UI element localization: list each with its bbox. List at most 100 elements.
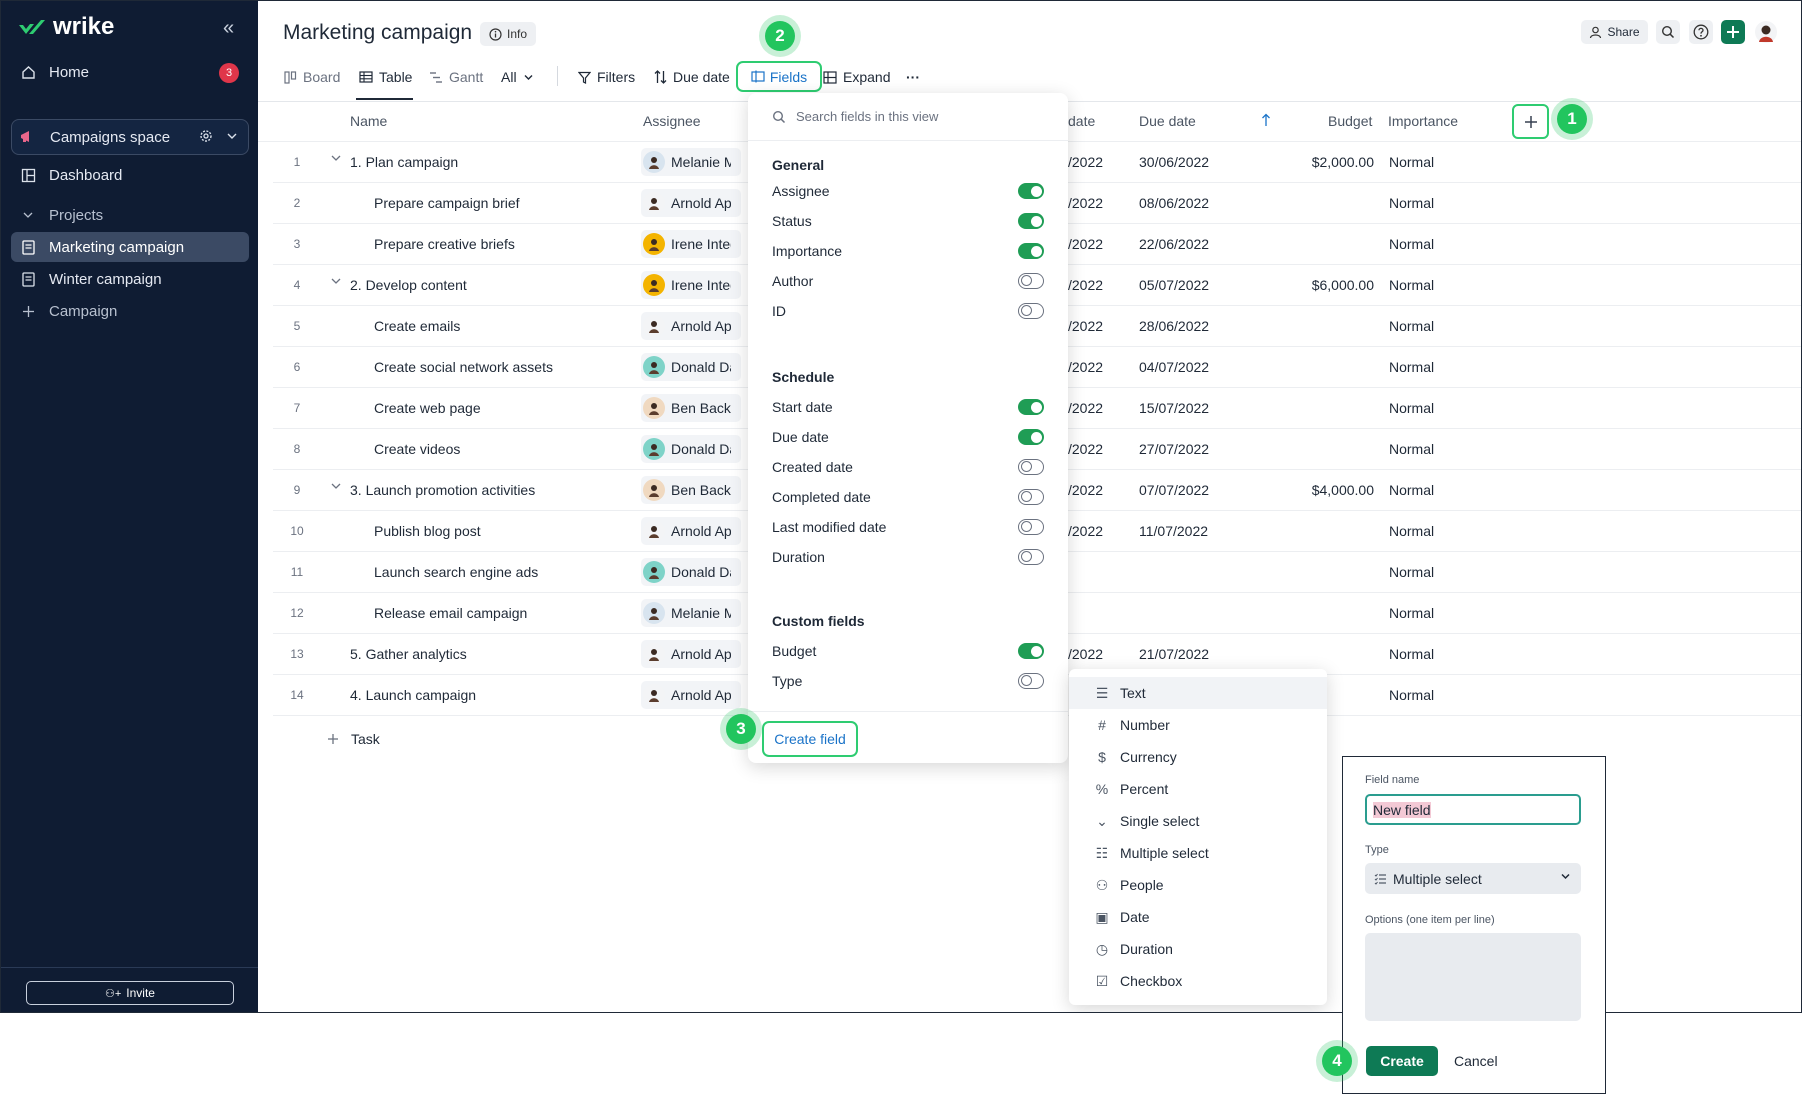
space-selector[interactable]: Campaigns space — [11, 119, 249, 155]
due-date-cell[interactable]: 07/07/2022 — [1139, 482, 1209, 498]
start-date-cell[interactable]: /2022 — [1068, 154, 1103, 170]
importance-cell[interactable]: Normal — [1389, 277, 1434, 293]
task-name[interactable]: Prepare campaign brief — [374, 195, 520, 211]
field-toggle-row[interactable]: Assignee — [772, 179, 1044, 203]
create-field-button[interactable]: Create field — [762, 721, 858, 757]
due-date-cell[interactable]: 22/06/2022 — [1139, 236, 1209, 252]
column-header-start-date[interactable]: date — [1068, 113, 1095, 129]
due-date-cell[interactable]: 21/07/2022 — [1139, 646, 1209, 662]
importance-cell[interactable]: Normal — [1389, 441, 1434, 457]
chevron-down-icon[interactable] — [330, 480, 342, 492]
task-name[interactable]: Create social network assets — [374, 359, 553, 375]
due-date-cell[interactable]: 11/07/2022 — [1139, 523, 1208, 539]
budget-cell[interactable]: $6,000.00 — [1273, 277, 1374, 293]
info-button[interactable]: Info — [480, 22, 537, 46]
task-name[interactable]: Create videos — [374, 441, 460, 457]
due-date-cell[interactable]: 15/07/2022 — [1139, 400, 1209, 416]
importance-cell[interactable]: Normal — [1389, 482, 1434, 498]
toggle-switch[interactable] — [1018, 273, 1044, 289]
start-date-cell[interactable]: /2022 — [1068, 359, 1103, 375]
field-type-option[interactable]: # Number — [1069, 709, 1327, 741]
expand-button[interactable]: Expand — [823, 67, 890, 87]
add-column-button[interactable] — [1512, 104, 1549, 139]
share-button[interactable]: Share — [1581, 20, 1648, 44]
start-date-cell[interactable]: /2022 — [1068, 236, 1103, 252]
filters-button[interactable]: Filters — [578, 67, 635, 87]
toggle-switch[interactable] — [1018, 429, 1044, 445]
field-type-option[interactable]: ⚇ People — [1069, 869, 1327, 901]
task-name[interactable]: Launch search engine ads — [374, 564, 538, 580]
column-header-importance[interactable]: Importance — [1388, 113, 1458, 129]
start-date-cell[interactable]: /2022 — [1068, 482, 1103, 498]
start-date-cell[interactable]: /2022 — [1068, 646, 1103, 662]
due-date-cell[interactable]: 28/06/2022 — [1139, 318, 1209, 334]
importance-cell[interactable]: Normal — [1389, 318, 1434, 334]
toggle-switch[interactable] — [1018, 549, 1044, 565]
field-type-option[interactable]: ⌄ Single select — [1069, 805, 1327, 837]
sidebar-section-projects[interactable]: Projects — [11, 200, 249, 230]
field-type-option[interactable]: ☑ Checkbox — [1069, 965, 1327, 997]
toggle-switch[interactable] — [1018, 673, 1044, 689]
create-new-button[interactable] — [1721, 20, 1745, 44]
importance-cell[interactable]: Normal — [1389, 605, 1434, 621]
help-button[interactable] — [1689, 20, 1713, 44]
fields-search-input[interactable]: Search fields in this view — [772, 109, 938, 124]
due-date-cell[interactable]: 27/07/2022 — [1139, 441, 1209, 457]
task-name[interactable]: Prepare creative briefs — [374, 236, 515, 252]
chevron-down-icon[interactable] — [330, 152, 342, 164]
invite-button[interactable]: ⚇+ Invite — [26, 981, 234, 1005]
importance-cell[interactable]: Normal — [1389, 195, 1434, 211]
field-type-option[interactable]: ◷ Duration — [1069, 933, 1327, 965]
toggle-switch[interactable] — [1018, 183, 1044, 199]
view-filter-all[interactable]: All — [501, 67, 534, 87]
column-header-assignee[interactable]: Assignee — [643, 113, 701, 129]
importance-cell[interactable]: Normal — [1389, 236, 1434, 252]
field-toggle-row[interactable]: Last modified date — [772, 515, 1044, 539]
field-toggle-row[interactable]: ID — [772, 299, 1044, 323]
cancel-button[interactable]: Cancel — [1454, 1053, 1498, 1069]
column-header-budget[interactable]: Budget — [1328, 113, 1372, 129]
start-date-cell[interactable]: /2022 — [1068, 318, 1103, 334]
collapse-sidebar-icon[interactable]: « — [223, 17, 234, 40]
wrike-logo[interactable]: wrike — [17, 13, 114, 41]
task-name[interactable]: Publish blog post — [374, 523, 481, 539]
field-toggle-row[interactable]: Type — [772, 669, 1044, 693]
add-task-button[interactable]: Task — [327, 731, 380, 747]
field-type-option[interactable]: ☷ Multiple select — [1069, 837, 1327, 869]
field-toggle-row[interactable]: Due date — [772, 425, 1044, 449]
importance-cell[interactable]: Normal — [1389, 154, 1434, 170]
field-type-option[interactable]: ☰ Text — [1069, 677, 1327, 709]
toggle-switch[interactable] — [1018, 303, 1044, 319]
start-date-cell[interactable]: /2022 — [1068, 277, 1103, 293]
task-name[interactable]: Create emails — [374, 318, 460, 334]
importance-cell[interactable]: Normal — [1389, 400, 1434, 416]
create-button[interactable]: Create — [1366, 1046, 1438, 1076]
column-header-name[interactable]: Name — [350, 113, 387, 129]
toggle-switch[interactable] — [1018, 519, 1044, 535]
field-name-input[interactable]: New field — [1365, 794, 1581, 825]
gear-icon[interactable] — [198, 128, 214, 144]
sidebar-item-add-campaign[interactable]: Campaign — [11, 296, 249, 326]
field-toggle-row[interactable]: Completed date — [772, 485, 1044, 509]
task-name[interactable]: 4. Launch campaign — [350, 687, 476, 703]
due-date-cell[interactable]: 04/07/2022 — [1139, 359, 1209, 375]
importance-cell[interactable]: Normal — [1389, 687, 1434, 703]
view-tab-gantt[interactable]: Gantt — [429, 67, 483, 87]
user-avatar[interactable] — [1754, 20, 1778, 44]
task-name[interactable]: 2. Develop content — [350, 277, 467, 293]
fields-button[interactable]: Fields — [736, 61, 822, 92]
field-toggle-row[interactable]: Status — [772, 209, 1044, 233]
importance-cell[interactable]: Normal — [1389, 646, 1434, 662]
toggle-switch[interactable] — [1018, 459, 1044, 475]
start-date-cell[interactable]: /2022 — [1068, 400, 1103, 416]
toggle-switch[interactable] — [1018, 213, 1044, 229]
sidebar-item-dashboard[interactable]: Dashboard — [11, 160, 249, 190]
due-date-cell[interactable]: 05/07/2022 — [1139, 277, 1209, 293]
importance-cell[interactable]: Normal — [1389, 564, 1434, 580]
due-date-cell[interactable]: 08/06/2022 — [1139, 195, 1209, 211]
sort-ascending-icon[interactable] — [1261, 113, 1271, 127]
field-type-option[interactable]: ▣ Date — [1069, 901, 1327, 933]
view-tab-table[interactable]: Table — [359, 67, 412, 87]
budget-cell[interactable]: $2,000.00 — [1273, 154, 1374, 170]
chevron-down-icon[interactable] — [330, 275, 342, 287]
